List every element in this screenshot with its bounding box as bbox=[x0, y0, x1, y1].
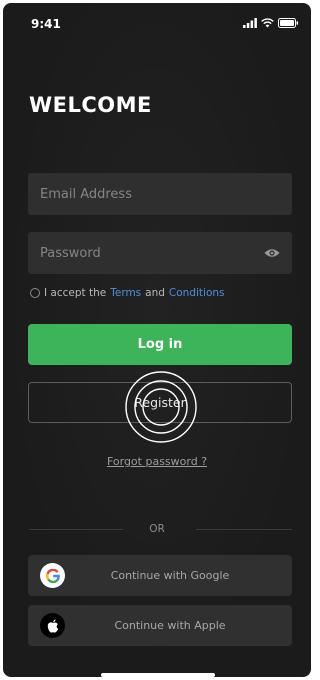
google-signin-label: Continue with Google bbox=[110, 569, 230, 582]
page-title: WELCOME bbox=[29, 93, 152, 117]
status-bar: 9:41 bbox=[3, 3, 311, 47]
conditions-link[interactable]: Conditions bbox=[169, 287, 225, 299]
signal-icon bbox=[243, 18, 257, 28]
google-icon bbox=[40, 563, 65, 588]
wifi-icon bbox=[261, 18, 274, 28]
terms-prefix: I accept the bbox=[44, 287, 107, 299]
apple-signin-label: Continue with Apple bbox=[114, 619, 226, 632]
register-button[interactable]: Register bbox=[28, 382, 292, 423]
terms-middle: and bbox=[145, 287, 165, 299]
divider-right bbox=[196, 529, 292, 530]
eye-icon[interactable] bbox=[264, 248, 280, 258]
login-button[interactable]: Log in bbox=[28, 324, 292, 365]
battery-icon bbox=[278, 18, 299, 28]
login-screen: 9:41 WELCOME Email Address Password I ac… bbox=[3, 3, 311, 677]
email-placeholder: Email Address bbox=[40, 186, 132, 202]
apple-signin-button[interactable]: Continue with Apple bbox=[28, 605, 292, 646]
forgot-password-link[interactable]: Forgot password ? bbox=[3, 455, 311, 468]
status-time: 9:41 bbox=[31, 17, 61, 31]
home-indicator bbox=[101, 673, 215, 677]
google-signin-button[interactable]: Continue with Google bbox=[28, 555, 292, 596]
terms-radio[interactable] bbox=[30, 288, 40, 298]
terms-link[interactable]: Terms bbox=[110, 287, 141, 299]
email-field[interactable]: Email Address bbox=[28, 173, 292, 215]
terms-row: I accept the Terms and Conditions bbox=[30, 287, 225, 299]
status-icons bbox=[243, 18, 299, 28]
password-field[interactable]: Password bbox=[28, 232, 292, 274]
apple-icon bbox=[40, 613, 65, 638]
password-placeholder: Password bbox=[40, 245, 101, 261]
